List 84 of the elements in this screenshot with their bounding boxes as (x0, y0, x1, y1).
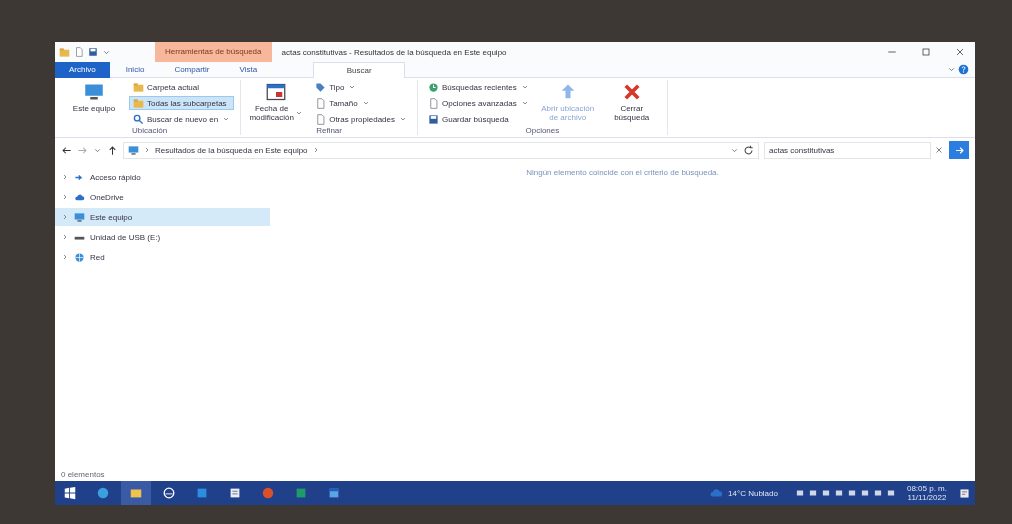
weather-icon[interactable] (709, 486, 724, 500)
ribbon-icon (266, 82, 287, 102)
ribbon-icon (133, 113, 144, 125)
ribbon-tab[interactable]: Vista (225, 61, 272, 78)
app-icon (261, 486, 275, 500)
empty-results-message: Ningún elemento coincide con el criterio de búsqueda. (526, 168, 719, 179)
ribbon-button[interactable]: Búsquedas recientes (424, 80, 533, 94)
item-count: 0 elementos (61, 469, 105, 479)
contextual-tab-group: Herramientas de búsqueda (155, 42, 272, 62)
back-arrow-icon[interactable] (61, 144, 72, 156)
address-bar[interactable]: Resultados de la búsqueda en Este equipo (123, 141, 759, 159)
close-icon[interactable] (954, 46, 966, 58)
expand-chevron-icon[interactable] (61, 173, 69, 181)
ribbon-group-label: Ubicación (131, 126, 169, 135)
search-go-button[interactable] (949, 141, 969, 159)
computer-icon (128, 144, 139, 156)
window-title: actas constitutivas - Resultados de la búsqueda en Este equipo (280, 47, 507, 57)
clear-search-icon[interactable] (934, 145, 944, 155)
ribbon-icon (315, 81, 327, 93)
tray-icon[interactable] (807, 488, 818, 498)
tray-icon[interactable] (885, 488, 896, 498)
tray-icon[interactable] (820, 488, 831, 498)
expand-chevron-icon[interactable] (61, 233, 69, 241)
up-arrow-icon[interactable] (107, 144, 118, 156)
ribbon-icon (133, 97, 144, 109)
nav-icon (74, 211, 85, 223)
ribbon-button[interactable]: Guardar búsqueda (424, 112, 533, 126)
tray-icon[interactable] (872, 488, 883, 498)
ribbon-button[interactable]: Carpeta actual (129, 80, 235, 94)
nav-item[interactable]: Unidad de USB (E:) (55, 228, 270, 246)
help-icon[interactable] (958, 64, 969, 75)
weather-text[interactable]: 14°C Nublado (728, 488, 778, 498)
ribbon-icon (428, 113, 439, 125)
nav-item[interactable]: Acceso rápido (55, 168, 270, 186)
ribbon-button[interactable]: Tamaño (311, 96, 411, 110)
expand-ribbon-icon[interactable] (947, 65, 956, 74)
search-field[interactable]: actas constitutivas (764, 141, 931, 159)
expand-chevron-icon[interactable] (61, 213, 69, 221)
save-icon[interactable] (88, 47, 98, 57)
app-icon (294, 486, 308, 500)
ribbon-icon (428, 81, 439, 93)
ribbon-icon (315, 97, 327, 109)
tray-icon[interactable] (859, 488, 870, 498)
tray-icon[interactable] (846, 488, 857, 498)
app-icon (327, 486, 341, 500)
notifications-icon[interactable] (958, 486, 971, 500)
ribbon-icon (315, 113, 327, 125)
forward-arrow-icon[interactable] (77, 144, 88, 156)
clock[interactable]: 08:05 p. m. 11/11/2022 (906, 484, 947, 502)
expand-chevron-icon[interactable] (61, 253, 69, 261)
ribbon-button[interactable]: Buscar de nuevo en (129, 112, 235, 126)
browser-icon (96, 486, 110, 500)
ribbon-tab[interactable]: Inicio (111, 61, 159, 78)
start-icon (63, 486, 77, 500)
ribbon-group-label: Refinar (315, 126, 343, 135)
nav-item[interactable]: OneDrive (55, 188, 270, 206)
expand-chevron-icon[interactable] (61, 193, 69, 201)
ribbon-button[interactable]: Otras propiedades (311, 112, 411, 126)
nav-icon (74, 251, 85, 263)
arrow-icon (953, 144, 965, 156)
app-icon (195, 486, 209, 500)
ribbon-button[interactable]: Tipo (311, 80, 411, 94)
ribbon-icon (84, 82, 104, 102)
folder-icon[interactable] (59, 46, 70, 58)
refresh-icon[interactable] (743, 144, 754, 156)
ribbon-button[interactable]: Cerrar búsqueda (602, 80, 661, 126)
ribbon-button[interactable]: Fecha de modificación (247, 80, 306, 126)
ribbon-icon (428, 97, 439, 109)
ribbon-button[interactable]: Opciones avanzadas (424, 96, 533, 110)
ribbon-tab[interactable]: Compartir (160, 61, 224, 78)
document-icon[interactable] (74, 47, 84, 57)
address-path[interactable]: Resultados de la búsqueda en Este equipo (155, 145, 308, 155)
ribbon-button[interactable]: Todas las subcarpetas (129, 96, 235, 110)
tray-icon[interactable] (833, 488, 844, 498)
ribbon-button[interactable]: Este equipo (65, 80, 123, 126)
ribbon-group-label: Opciones (524, 126, 561, 135)
nav-item[interactable]: Red (55, 248, 270, 266)
chevron-icon (143, 146, 151, 154)
ribbon-icon (133, 81, 144, 93)
notepad-icon (228, 486, 242, 500)
circle-icon (162, 486, 176, 500)
nav-item[interactable]: Este equipo (55, 208, 270, 226)
maximize-icon[interactable] (920, 46, 932, 58)
tray-icon[interactable] (794, 488, 805, 498)
